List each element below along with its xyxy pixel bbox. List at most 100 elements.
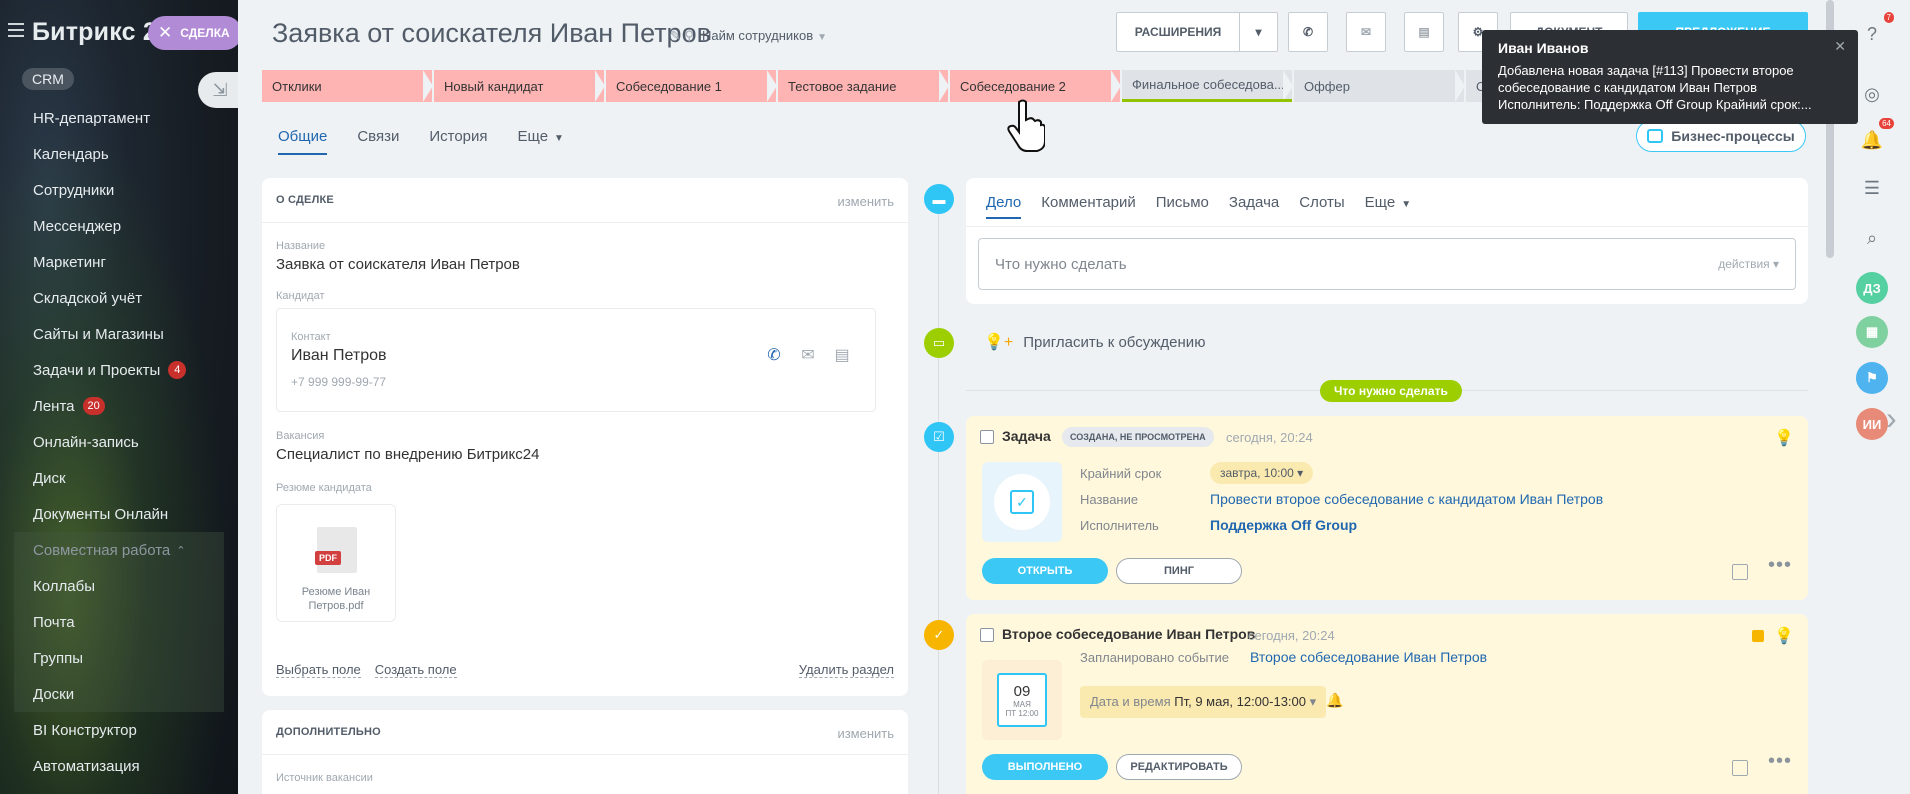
vacancy-value[interactable]: Специалист по внедрению Битрикс24 [276,446,539,463]
mail-icon[interactable]: ✉ [799,347,817,365]
edit-section-link[interactable]: изменить [837,194,894,209]
menu-icon[interactable] [8,23,24,37]
mail-button[interactable]: ✉ [1346,12,1386,52]
edit-section-link[interactable]: изменить [837,726,894,741]
close-icon[interactable]: ✕ [1834,38,1846,55]
tab-task[interactable]: Задача [1229,194,1279,219]
chevron-down-icon[interactable]: ▾ [1239,13,1277,51]
tab-slots[interactable]: Слоты [1299,194,1344,219]
bell-icon[interactable]: 🔔 64 [1856,118,1894,156]
sidebar-item-hr[interactable]: HR-департамент [0,100,238,136]
tab-general[interactable]: Общие [278,128,328,155]
contact-name-link[interactable]: Иван Петров [291,347,387,365]
search-icon[interactable]: ⌕ [1856,222,1888,254]
select-field-link[interactable]: Выбрать поле [276,662,361,678]
sidebar-item-boards[interactable]: Доски [14,676,224,712]
stage-item[interactable]: Собеседование 1 [606,70,776,102]
sidebar-item-disk[interactable]: Диск [0,460,238,496]
help-icon[interactable]: ? 7 [1856,12,1894,50]
sidebar-item-automation[interactable]: Автоматизация [0,748,238,784]
extensions-button[interactable]: РАСШИРЕНИЯ ▾ [1116,12,1278,52]
resume-file[interactable]: PDF Резюме Иван Петров.pdf [276,504,396,622]
sidebar-item-collabs[interactable]: Коллабы [14,568,224,604]
note-icon[interactable] [1732,760,1748,776]
sidebar-item-groups[interactable]: Группы [14,640,224,676]
complete-checkbox[interactable] [980,430,994,444]
tab-mail[interactable]: Письмо [1156,194,1209,219]
sidebar-item-bi[interactable]: BI Конструктор [0,712,238,748]
tab-more[interactable]: Еще ▼ [1365,194,1411,219]
tab-deal-activity[interactable]: Дело [986,194,1022,219]
tab-history[interactable]: История [429,128,487,155]
chat-icon[interactable]: ▤ [833,347,851,365]
phone-icon[interactable]: ✆ [765,347,783,365]
sidebar-item-inventory[interactable]: Складской учёт [0,280,238,316]
bookmark-icon[interactable]: ⚑ [1856,362,1888,394]
avatar[interactable]: ДЗ [1856,272,1888,304]
stage-label: Тестовое задание [788,78,897,94]
chat-button[interactable]: ▤ [1404,12,1444,52]
complete-checkbox[interactable] [980,628,994,642]
datetime-pill[interactable]: Дата и время Пт, 9 мая, 12:00-13:00 ▾ [1080,686,1327,718]
chat-icon[interactable]: ☰ [1856,172,1888,204]
title-edit-icons[interactable]: ✎ ⚲ [670,28,694,44]
chevron-right-icon[interactable]: › [1886,400,1897,437]
sidebar-item-messenger[interactable]: Мессенджер [0,208,238,244]
sidebar-item-crm[interactable]: CRM [22,68,74,90]
collapse-slider-button[interactable]: ⇲ [198,72,242,108]
task-check-icon: ☑ [924,422,954,452]
sidebar-item-calendar[interactable]: Календарь [0,136,238,172]
open-task-button[interactable]: ОТКРЫТЬ [982,558,1108,584]
stage-item[interactable]: Отклики [262,70,432,102]
logo[interactable]: Битрикс 2 [32,18,157,47]
delete-section-link[interactable]: Удалить раздел [798,662,894,678]
more-icon[interactable]: ••• [1768,554,1792,577]
stage-item[interactable]: Оффер [1294,70,1464,102]
board-icon[interactable]: ▦ [1856,316,1888,348]
stage-item[interactable]: Финальное собеседова... [1122,70,1292,102]
sidebar-item-feed[interactable]: Лента 20 [0,388,238,424]
tab-comment[interactable]: Комментарий [1041,194,1135,219]
todo-input[interactable]: Что нужно сделать действия ▾ [978,238,1796,290]
event-link[interactable]: Второе собеседование Иван Петров [1250,649,1487,665]
stage-item[interactable]: Новый кандидат [434,70,604,102]
tab-links[interactable]: Связи [357,128,399,155]
actions-dropdown[interactable]: действия ▾ [1718,257,1779,271]
deadline-pill[interactable]: завтра, 10:00 ▾ [1210,462,1314,484]
done-button[interactable]: ВЫПОЛНЕНО [982,754,1108,780]
create-field-link[interactable]: Создать поле [374,662,457,678]
task-name-link[interactable]: Провести второе собеседование с кандидат… [1210,491,1603,507]
sidebar-item-booking[interactable]: Онлайн-запись [0,424,238,460]
lightbulb-icon[interactable]: 💡 [1774,428,1794,448]
invite-discussion[interactable]: 💡+ Пригласить к обсуждению [984,332,1205,352]
sidebar-group-collab[interactable]: Совместная работа ⌃ [14,532,224,568]
deal-name-value[interactable]: Заявка от соискателя Иван Петров [276,256,520,273]
sidebar-item-employees[interactable]: Сотрудники [0,172,238,208]
avatar[interactable]: ИИ [1856,408,1888,440]
notification-popup[interactable]: Иван Иванов Добавлена новая задача [#113… [1482,30,1858,124]
more-icon[interactable]: ••• [1768,750,1792,773]
bell-icon[interactable]: 🔔 [1326,692,1343,709]
ping-button[interactable]: ПИНГ [1116,558,1242,584]
deal-close-chip[interactable]: ✕ СДЕЛКА [148,16,238,50]
sidebar-item-label: Группы [33,649,83,667]
extensions-label: РАСШИРЕНИЯ [1134,25,1222,39]
pipeline-selector[interactable]: Найм сотрудников ▼ [702,28,827,43]
phone-button[interactable]: ✆ [1288,12,1328,52]
assignee-link[interactable]: Поддержка Off Group [1210,517,1357,533]
note-icon[interactable] [1732,564,1748,580]
sidebar-item-docs[interactable]: Документы Онлайн [0,496,238,532]
activity-title[interactable]: Задача [1002,428,1051,444]
lightbulb-icon[interactable]: 💡 [1774,626,1794,646]
stage-item[interactable]: Тестовое задание [778,70,948,102]
sidebar-item-marketing[interactable]: Маркетинг [0,244,238,280]
business-processes-button[interactable]: Бизнес-процессы [1636,120,1806,152]
edit-button[interactable]: РЕДАКТИРОВАТЬ [1116,754,1242,780]
mail-icon: ✉ [1360,25,1372,39]
activity-title[interactable]: Второе собеседование Иван Петров [1002,626,1255,642]
sidebar-item-mail[interactable]: Почта [14,604,224,640]
sidebar-item-sites[interactable]: Сайты и Магазины [0,316,238,352]
tab-more[interactable]: Еще ▼ [518,128,564,155]
target-icon[interactable]: ◎ [1856,78,1888,110]
sidebar-item-tasks[interactable]: Задачи и Проекты 4 [0,352,238,388]
